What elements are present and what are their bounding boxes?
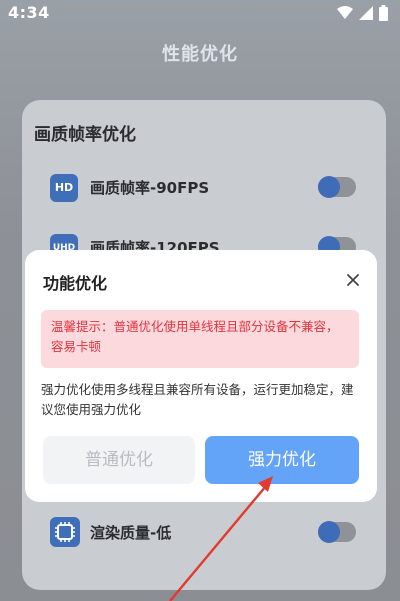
option-label: 画质帧率-90FPS [90,179,210,197]
close-icon [347,274,359,286]
status-bar: 4:34 [0,0,400,28]
close-button[interactable] [343,270,363,290]
option-row-90fps[interactable]: HD 画质帧率-90FPS [50,172,360,202]
option-label: 渲染质量-低 [90,524,172,542]
hd-icon: HD [50,174,78,202]
toggle-render-quality[interactable] [318,521,356,543]
chip-icon [50,517,80,547]
status-icons [337,5,388,21]
normal-optimize-button[interactable]: 普通优化 [43,436,195,484]
option-row-render-quality[interactable]: 渲染质量-低 [50,517,360,547]
optimize-dialog: 功能优化 温馨提示：普通优化使用单线程且部分设备不兼容，容易卡顿 强力优化使用多… [25,250,377,502]
status-time: 4:34 [8,3,50,22]
page-title: 性能优化 [162,44,238,65]
wifi-icon [337,6,353,19]
warning-message: 温馨提示：普通优化使用单线程且部分设备不兼容，容易卡顿 [41,310,359,368]
signal-icon [359,6,373,20]
dialog-title: 功能优化 [43,274,108,293]
description-text: 强力优化使用多线程且兼容所有设备，运行更加稳定，建议您使用强力优化 [41,382,354,417]
toggle-90fps[interactable] [318,176,356,198]
toggle-knob [318,521,340,543]
section-title: 画质帧率优化 [34,125,136,145]
battery-icon [379,5,388,21]
toggle-knob [318,176,340,198]
strong-optimize-button[interactable]: 强力优化 [205,436,359,484]
